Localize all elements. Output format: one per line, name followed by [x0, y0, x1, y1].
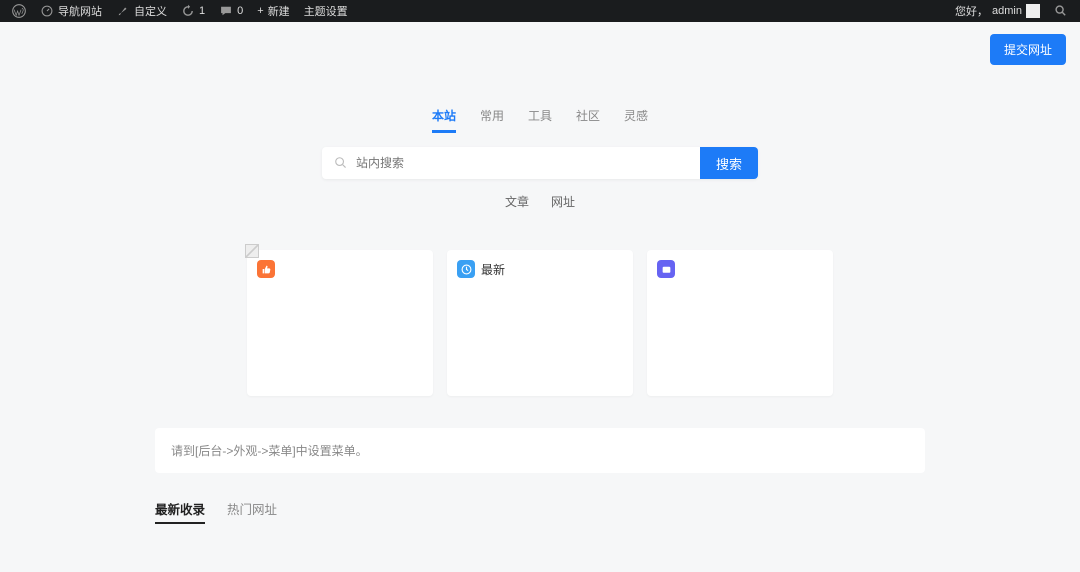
card-latest: 最新 [447, 250, 633, 396]
cards-row: 最新 [0, 250, 1080, 396]
wordpress-icon [12, 4, 26, 18]
user-greeting[interactable]: 您好， admin [949, 3, 1046, 19]
site-name-link[interactable]: 导航网站 [34, 3, 108, 19]
greeting-text: 您好， [955, 3, 988, 19]
admin-item-label: 0 [237, 5, 243, 17]
new-content-link[interactable]: + 新建 [251, 3, 295, 19]
engine-tabs: 本站 常用 工具 社区 灵感 [432, 107, 648, 133]
engine-tab-inspiration[interactable]: 灵感 [624, 107, 648, 133]
wp-logo[interactable] [6, 4, 32, 18]
customize-link[interactable]: 自定义 [110, 3, 173, 19]
section-tab-latest[interactable]: 最新收录 [155, 499, 205, 524]
engine-tab-community[interactable]: 社区 [576, 107, 600, 133]
avatar [1026, 4, 1040, 18]
engine-tab-tools[interactable]: 工具 [528, 107, 552, 133]
admin-item-label: 主题设置 [304, 3, 348, 19]
menu-notice: 请到[后台->外观->菜单]中设置菜单。 [155, 428, 925, 473]
search-button[interactable]: 搜索 [700, 147, 758, 179]
search-icon [334, 156, 348, 170]
card-title: 最新 [481, 261, 505, 278]
sub-tabs: 文章 网址 [505, 193, 575, 210]
sub-tab-articles[interactable]: 文章 [505, 193, 529, 210]
card-widget [647, 250, 833, 396]
username-text: admin [992, 5, 1022, 17]
update-icon [181, 4, 195, 18]
plus-icon: + [257, 5, 263, 17]
submit-url-button[interactable]: 提交网址 [990, 34, 1066, 65]
admin-bar: 导航网站 自定义 1 0 + 新建 主题设置 您好， admin [0, 0, 1080, 22]
admin-item-label: 新建 [268, 3, 290, 19]
dashboard-icon [40, 4, 54, 18]
section-tabs: 最新收录 热门网址 [155, 499, 925, 524]
notice-text: 请到[后台->外观->菜单]中设置菜单。 [171, 444, 368, 458]
comments-link[interactable]: 0 [213, 4, 249, 18]
clock-icon [457, 260, 475, 278]
broken-image-icon [245, 244, 259, 258]
engine-tab-common[interactable]: 常用 [480, 107, 504, 133]
admin-item-label: 1 [199, 5, 205, 17]
engine-tab-site[interactable]: 本站 [432, 107, 456, 133]
theme-settings-link[interactable]: 主题设置 [298, 3, 354, 19]
card-hot [247, 250, 433, 396]
admin-item-label: 自定义 [134, 3, 167, 19]
search-bar: 搜索 [322, 147, 758, 179]
thumbs-up-icon [257, 260, 275, 278]
updates-link[interactable]: 1 [175, 4, 211, 18]
sub-tab-urls[interactable]: 网址 [551, 193, 575, 210]
section-tab-popular[interactable]: 热门网址 [227, 499, 277, 524]
brush-icon [116, 4, 130, 18]
comment-icon [219, 4, 233, 18]
search-input[interactable] [356, 147, 688, 179]
search-icon [1054, 4, 1068, 18]
search-toggle[interactable] [1048, 4, 1074, 18]
window-icon [657, 260, 675, 278]
admin-item-label: 导航网站 [58, 3, 102, 19]
